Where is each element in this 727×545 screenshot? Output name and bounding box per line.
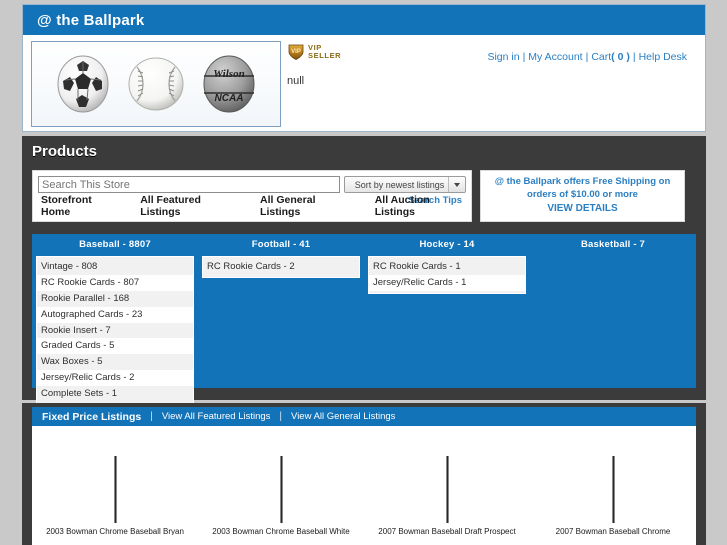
vip-badge-line2: SELLER — [308, 51, 342, 60]
broken-image-icon — [279, 456, 283, 523]
help-desk-link[interactable]: Help Desk — [639, 51, 687, 63]
category-item[interactable]: Graded Cards - 5 — [37, 338, 193, 355]
category-item[interactable]: Rookie Parallel - 168 — [37, 291, 193, 307]
nav-all-featured-listings[interactable]: All Featured Listings — [140, 194, 242, 218]
link-separator-1: | — [522, 51, 526, 63]
page-title: @ the Ballpark — [37, 11, 145, 29]
account-links: Sign in | My Account | Cart( 0 ) | Help Desk — [487, 51, 687, 63]
storefront-page: @ the Ballpark Wilson NCAA VIP VIP SELLE… — [0, 0, 727, 545]
search-card: Sort by newest listings Search Tips Stor… — [32, 170, 472, 222]
search-and-promo-row: Sort by newest listings Search Tips Stor… — [32, 170, 696, 226]
category-item[interactable]: Jersey/Relic Cards - 2 — [37, 370, 193, 386]
category-heading-football: Football - 41 — [251, 239, 311, 250]
sort-selected-label: Sort by newest listings — [354, 179, 445, 190]
cart-count: ( 0 ) — [611, 51, 630, 63]
nav-all-general-listings[interactable]: All General Listings — [260, 194, 357, 218]
category-item[interactable]: RC Rookie Cards - 807 — [37, 274, 193, 291]
store-logo: Wilson NCAA — [31, 41, 281, 127]
view-all-featured-listings-link[interactable]: View All Featured Listings — [162, 411, 271, 422]
listing-item[interactable]: 2003 Bowman Chrome Baseball White — [198, 456, 364, 545]
link-separator-2: | — [585, 51, 589, 63]
nav-storefront-home[interactable]: Storefront Home — [41, 194, 122, 218]
cart-label: Cart — [591, 51, 612, 63]
category-item[interactable]: Autographed Cards - 23 — [37, 306, 193, 323]
category-column-baseball: Baseball - 8807 Vintage - 808 RC Rookie … — [32, 234, 198, 405]
category-item[interactable]: Jersey/Relic Cards - 1 — [369, 274, 525, 291]
listings-separator-1: | — [150, 411, 153, 422]
sort-dropdown[interactable]: Sort by newest listings — [344, 176, 466, 193]
category-column-basketball: Basketball - 7 — [530, 234, 696, 388]
seller-note: null — [287, 75, 305, 87]
svg-text:NCAA: NCAA — [215, 93, 244, 104]
listing-title: 2003 Bowman Chrome Baseball Bryan — [46, 527, 184, 535]
sort-select[interactable]: Sort by newest listings — [344, 176, 466, 193]
store-title-bar: @ the Ballpark — [23, 5, 705, 35]
category-item[interactable]: Rookie Insert - 7 — [37, 323, 193, 339]
soccer-ball-icon — [57, 55, 109, 113]
category-heading-hockey: Hockey - 14 — [419, 239, 475, 250]
link-separator-3: | — [632, 51, 636, 63]
category-item[interactable]: RC Rookie Cards - 1 — [369, 259, 525, 275]
vip-shield-icon: VIP — [288, 44, 304, 60]
category-heading-basketball: Basketball - 7 — [580, 239, 646, 250]
category-list-baseball: Vintage - 808 RC Rookie Cards - 807 Rook… — [36, 256, 194, 405]
category-list-football: RC Rookie Cards - 2 — [202, 256, 360, 278]
category-heading-baseball: Baseball - 8807 — [79, 239, 151, 250]
sign-in-link[interactable]: Sign in — [487, 51, 519, 63]
products-panel: Products Sort by newest listings Search … — [22, 136, 706, 405]
promo-view-details-link[interactable]: VIEW DETAILS — [547, 202, 617, 216]
products-heading: Products — [32, 143, 98, 160]
listing-title: 2007 Bowman Baseball Draft Prospect — [378, 527, 516, 535]
cart-link[interactable]: Cart( 0 ) — [591, 51, 630, 63]
category-column-hockey: Hockey - 14 RC Rookie Cards - 1 Jersey/R… — [364, 234, 530, 388]
view-all-general-listings-link[interactable]: View All General Listings — [291, 411, 395, 422]
promo-line-1: @ the Ballpark offers Free Shipping on — [494, 176, 671, 188]
basketball-icon: Wilson NCAA — [203, 55, 255, 113]
category-list-hockey: RC Rookie Cards - 1 Jersey/Relic Cards -… — [368, 256, 526, 294]
category-column-football: Football - 41 RC Rookie Cards - 2 — [198, 234, 364, 388]
nav-all-auction-listings[interactable]: All Auction Listings — [375, 194, 471, 218]
storefront-nav: Storefront Home All Featured Listings Al… — [41, 194, 471, 218]
my-account-link[interactable]: My Account — [528, 51, 582, 63]
promo-line-2: orders of $10.00 or more — [527, 189, 638, 201]
svg-text:Wilson: Wilson — [214, 68, 245, 80]
search-line: Sort by newest listings — [38, 176, 466, 193]
category-item[interactable]: Complete Sets - 1 — [37, 386, 193, 402]
fixed-price-listings-panel: Fixed Price Listings | View All Featured… — [22, 403, 706, 545]
free-shipping-promo[interactable]: @ the Ballpark offers Free Shipping on o… — [480, 170, 685, 222]
listings-title: Fixed Price Listings — [42, 410, 142, 423]
category-item[interactable]: RC Rookie Cards - 2 — [203, 259, 359, 275]
listing-item[interactable]: 2007 Bowman Baseball Chrome — [530, 456, 696, 545]
category-item[interactable]: Wax Boxes - 5 — [37, 354, 193, 370]
listing-title: 2003 Bowman Chrome Baseball White — [212, 527, 350, 535]
baseball-icon — [128, 57, 184, 111]
chevron-down-icon[interactable] — [448, 177, 464, 192]
broken-image-icon — [445, 456, 449, 523]
listings-grid: 2003 Bowman Chrome Baseball Bryan 2003 B… — [32, 426, 696, 545]
broken-image-icon — [113, 456, 117, 523]
listing-item[interactable]: 2003 Bowman Chrome Baseball Bryan — [32, 456, 198, 545]
listings-separator-2: | — [279, 411, 283, 422]
store-header: @ the Ballpark Wilson NCAA VIP VIP SELLE… — [22, 4, 706, 132]
listing-title: 2007 Bowman Baseball Chrome — [555, 527, 671, 535]
category-columns: Baseball - 8807 Vintage - 808 RC Rookie … — [32, 234, 696, 405]
svg-text:VIP: VIP — [291, 49, 301, 55]
search-input[interactable] — [38, 176, 340, 193]
listing-item[interactable]: 2007 Bowman Baseball Draft Prospect — [364, 456, 530, 545]
store-header-info: VIP VIP SELLER null Sign in | My Account | C… — [281, 41, 697, 131]
category-item[interactable]: Vintage - 808 — [37, 259, 193, 275]
store-header-body: Wilson NCAA VIP VIP SELLER null Sign in … — [23, 35, 705, 131]
listings-bar: Fixed Price Listings | View All Featured… — [32, 407, 696, 426]
broken-image-icon — [611, 456, 615, 523]
